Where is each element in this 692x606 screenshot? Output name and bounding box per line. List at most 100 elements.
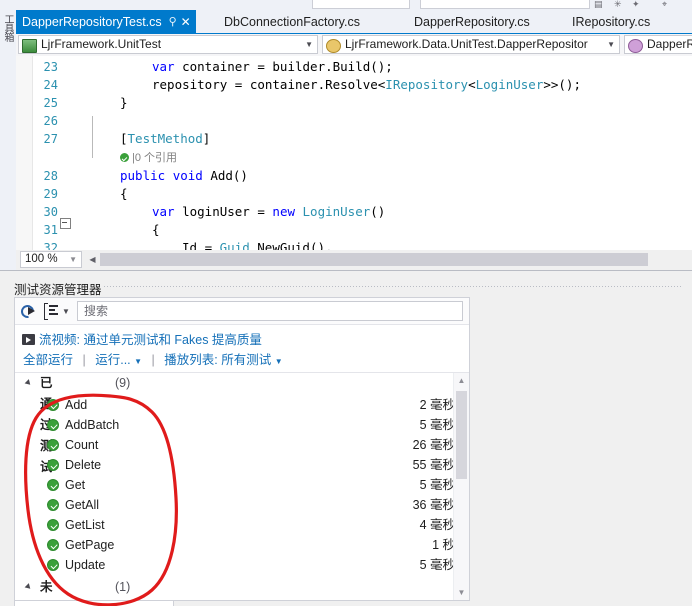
run-tests-icon-arrow bbox=[28, 307, 35, 315]
test-name: Delete bbox=[65, 458, 102, 472]
test-name: Get bbox=[65, 478, 86, 492]
run-button[interactable]: 运行... bbox=[95, 353, 130, 367]
line-number: 26 bbox=[43, 114, 58, 128]
code-line: var container = builder.Build(); bbox=[152, 59, 393, 74]
line-number: 29 bbox=[43, 187, 58, 201]
test-passed-icon bbox=[47, 559, 59, 571]
chevron-down-icon[interactable]: ▼ bbox=[607, 36, 615, 53]
video-link[interactable]: 流视频: 通过单元测试和 Fakes 提高质量 bbox=[39, 331, 262, 349]
chevron-down-icon[interactable]: ▼ bbox=[62, 307, 70, 316]
document-tab-row: DapperRepositoryTest.cs ⚲ ✕ DbConnection… bbox=[16, 10, 692, 34]
test-list[interactable]: 已通过测试 (9) Add 2 毫秒 AddBatch 5 毫秒 Count 2… bbox=[15, 373, 469, 600]
test-name: AddBatch bbox=[65, 418, 120, 432]
toolbar-icon-a[interactable]: ▤ bbox=[594, 0, 603, 9]
test-duration: 36 毫秒 bbox=[412, 498, 455, 512]
left-dock-strip: 工具箱 bbox=[0, 10, 17, 255]
run-all-button[interactable]: 全部运行 bbox=[23, 353, 73, 367]
toolbox-vertical-tab[interactable]: 工具箱 bbox=[1, 14, 14, 72]
toolbar-icon-c[interactable]: ✦ bbox=[632, 0, 640, 9]
chevron-down-icon[interactable]: ▼ bbox=[305, 36, 313, 53]
codelens-reference[interactable]: |0 个引用 bbox=[72, 150, 177, 166]
tab-dbconnectionfactory[interactable]: DbConnectionFactory.cs bbox=[218, 10, 366, 34]
navbar-member-label: DapperR bbox=[647, 37, 692, 51]
line-number: 24 bbox=[43, 78, 58, 92]
search-input[interactable]: 搜索 bbox=[77, 301, 463, 321]
scroll-down-icon[interactable]: ▼ bbox=[454, 585, 469, 600]
code-line: { bbox=[120, 186, 128, 201]
toolbar-icon-d[interactable]: ⌖ bbox=[662, 0, 667, 9]
project-icon bbox=[22, 39, 37, 53]
code-line: public void Add() bbox=[120, 168, 248, 183]
navigation-bar: LjrFramework.UnitTest ▼ LjrFramework.Dat… bbox=[16, 34, 692, 56]
main-toolbar-sliver: ▤ ✳ ✦ ⌖ bbox=[0, 0, 692, 10]
playlist-button[interactable]: 播放列表: 所有测试 bbox=[164, 353, 271, 367]
group-by-icon-line bbox=[49, 309, 55, 311]
test-passed-icon bbox=[47, 439, 59, 451]
chevron-down-icon[interactable]: ▼ bbox=[275, 357, 283, 366]
table-row[interactable]: AddBatch 5 毫秒 bbox=[15, 415, 455, 435]
test-name: GetList bbox=[65, 518, 105, 532]
tab-label: DapperRepositoryTest.cs bbox=[22, 15, 162, 29]
line-number: 27 bbox=[43, 132, 58, 146]
method-icon bbox=[628, 39, 643, 53]
tab-dapperrepositorytest[interactable]: DapperRepositoryTest.cs ⚲ ✕ bbox=[16, 10, 196, 34]
group-label: 未运行测试 bbox=[40, 580, 53, 594]
editor-code-area[interactable]: 23 var container = builder.Build(); 24 r… bbox=[16, 56, 692, 250]
line-number: 25 bbox=[43, 96, 58, 110]
table-row[interactable]: Add 2 毫秒 bbox=[15, 395, 455, 415]
triangle-expanded-icon[interactable] bbox=[24, 583, 33, 591]
run-tests-icon[interactable] bbox=[18, 302, 37, 321]
chevron-down-icon[interactable]: ▼ bbox=[134, 357, 142, 366]
triangle-expanded-icon[interactable] bbox=[24, 379, 33, 387]
table-row[interactable]: GetList 4 毫秒 bbox=[15, 515, 455, 535]
toolbar-combo-1[interactable] bbox=[312, 0, 410, 9]
close-icon[interactable]: ✕ bbox=[181, 10, 191, 34]
test-explorer-title: 测试资源管理器 bbox=[14, 283, 102, 297]
action-separator: | bbox=[151, 353, 155, 367]
table-row[interactable]: Count 26 毫秒 bbox=[15, 435, 455, 455]
group-by-icon[interactable] bbox=[44, 303, 59, 320]
pin-icon[interactable]: ⚲ bbox=[169, 10, 177, 34]
test-passed-icon bbox=[47, 499, 59, 511]
line-number: 28 bbox=[43, 169, 58, 183]
code-line: var loginUser = new LoginUser() bbox=[152, 204, 386, 219]
scroll-left-icon[interactable]: ◀ bbox=[86, 252, 99, 267]
code-line: [TestMethod] bbox=[120, 131, 211, 146]
table-row[interactable]: GetPage 1 秒 bbox=[15, 535, 455, 555]
editor-horizontal-scrollbar[interactable]: ◀ bbox=[86, 252, 692, 267]
table-row[interactable]: Delete 55 毫秒 bbox=[15, 455, 455, 475]
test-explorer-bottom-strip bbox=[14, 601, 174, 606]
scroll-up-icon[interactable]: ▲ bbox=[454, 373, 469, 388]
navbar-project-combo[interactable]: LjrFramework.UnitTest ▼ bbox=[18, 35, 318, 54]
test-name: GetPage bbox=[65, 538, 115, 552]
navbar-type-label: LjrFramework.Data.UnitTest.DapperReposit… bbox=[345, 37, 588, 51]
table-row[interactable]: Update 5 毫秒 bbox=[15, 555, 455, 575]
scrollbar-thumb[interactable] bbox=[456, 391, 467, 479]
tab-irepository[interactable]: IRepository.cs bbox=[566, 10, 656, 34]
editor-bottom-bar: 100 % ▼ ◀ bbox=[16, 250, 692, 270]
navbar-member-combo[interactable]: DapperR bbox=[624, 35, 692, 54]
tab-label: DapperRepository.cs bbox=[414, 15, 530, 29]
scrollbar-thumb[interactable] bbox=[100, 253, 648, 266]
test-list-scrollbar[interactable]: ▲ ▼ bbox=[453, 373, 469, 600]
line-number: 31 bbox=[43, 223, 58, 237]
group-by-icon-line bbox=[49, 313, 58, 315]
table-row[interactable]: Get 5 毫秒 bbox=[15, 475, 455, 495]
tab-dapperrepository[interactable]: DapperRepository.cs bbox=[408, 10, 536, 34]
toolbar-icon-b[interactable]: ✳ bbox=[614, 0, 622, 9]
action-separator: | bbox=[82, 353, 86, 367]
table-row[interactable]: GetAll 36 毫秒 bbox=[15, 495, 455, 515]
group-count: (1) bbox=[115, 580, 131, 594]
chevron-down-icon[interactable]: ▼ bbox=[69, 252, 77, 267]
test-explorer-toolbar: ▼ 搜索 bbox=[15, 298, 469, 324]
toolbar-combo-2[interactable] bbox=[420, 0, 590, 9]
code-editor[interactable]: 23 var container = builder.Build(); 24 r… bbox=[16, 56, 692, 250]
test-duration: 5 毫秒 bbox=[419, 418, 455, 432]
zoom-level-combo[interactable]: 100 % ▼ bbox=[20, 251, 82, 268]
test-duration: 5 毫秒 bbox=[419, 558, 455, 572]
test-passed-icon bbox=[47, 419, 59, 431]
navbar-type-combo[interactable]: LjrFramework.Data.UnitTest.DapperReposit… bbox=[322, 35, 620, 54]
test-passed-icon bbox=[47, 539, 59, 551]
test-passed-icon bbox=[47, 479, 59, 491]
code-line: Id = Guid.NewGuid(), bbox=[182, 240, 333, 250]
